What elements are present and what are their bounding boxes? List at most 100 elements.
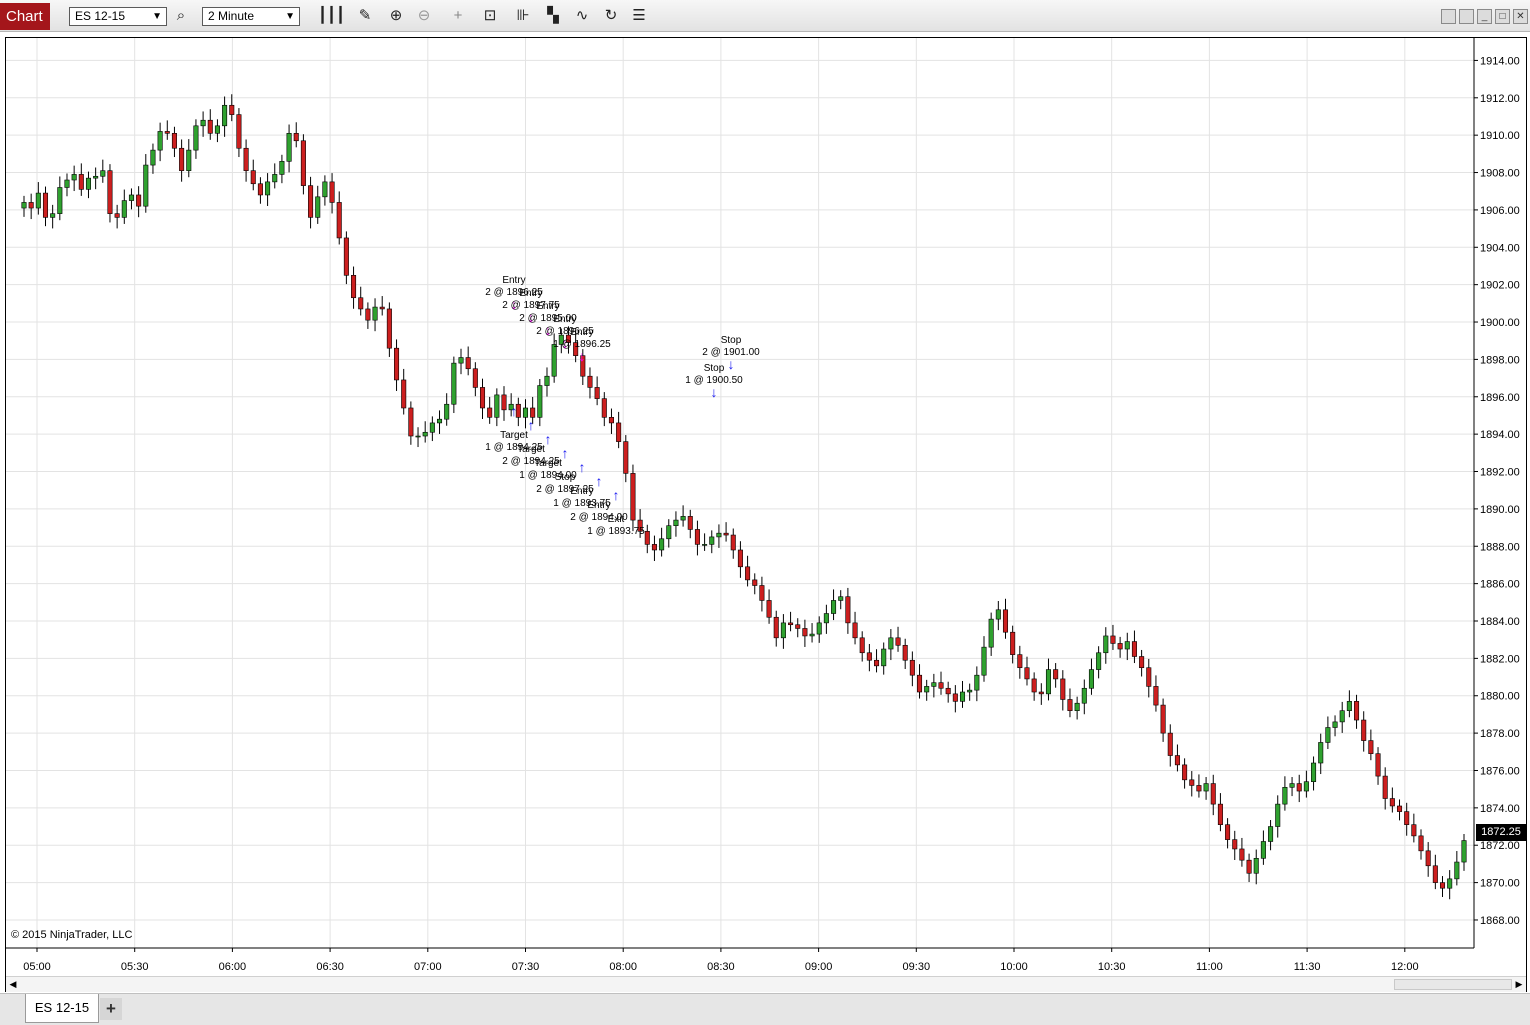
candle-body [229,104,235,115]
scroll-left-icon[interactable]: ◀ [6,977,20,992]
candle-body [1045,669,1051,695]
candle-body [1461,840,1467,863]
y-tick-label: 1906.00 [1480,205,1520,217]
list-icon[interactable]: ☰ [629,6,649,26]
candle-body [487,407,493,418]
candle-body [1160,704,1166,734]
candle-body [379,306,385,310]
crosshair-icon[interactable]: + [448,6,468,26]
candle-body [1260,841,1266,859]
candle-body [1203,783,1209,792]
candle-body [1002,609,1009,633]
candle-body [766,600,772,618]
candle-body [1124,641,1130,650]
candle-body [336,202,342,239]
candle-body [415,435,421,438]
y-tick-label: 1894.00 [1480,429,1520,441]
copyright-text: © 2015 NinjaTrader, LLC [11,929,133,941]
zoom-in-icon[interactable]: ⊕ [386,6,406,26]
interval-selector[interactable]: 2 Minute ▼ [202,7,300,26]
candle-body [50,213,56,218]
candle-body [28,202,34,209]
indicators-icon[interactable]: ∿ [572,6,592,26]
y-tick-label: 1902.00 [1480,280,1520,292]
properties-icon[interactable]: ⊪ [513,6,533,26]
candle-body [1196,785,1202,792]
candle-body [1088,669,1094,689]
cascade-icon[interactable] [1459,9,1474,24]
candle-body [286,132,292,162]
buy-arrow-icon: ↑ [613,487,620,503]
close-button[interactable]: ✕ [1513,9,1528,24]
candle-body [136,194,142,207]
candle-body [1103,635,1109,654]
reload-icon[interactable]: ↻ [601,6,621,26]
candle-body [1411,824,1417,837]
candle-body [881,648,887,667]
maximize-button[interactable]: □ [1495,9,1510,24]
candle-body [465,357,471,370]
candle-body [1096,652,1102,670]
candle-body [343,237,349,276]
buy-arrow-icon: ↑ [511,403,518,419]
candle-body [1361,719,1367,741]
instrument-value: ES 12-15 [75,9,126,23]
candle-body [401,379,407,409]
instrument-selector[interactable]: ES 12-15 ▼ [69,7,167,26]
candle-body [372,306,378,321]
search-icon[interactable]: ⌕ [171,6,191,26]
candle-body [1375,753,1381,777]
candle-body [1439,882,1446,889]
candle-body [64,179,70,188]
x-tick-label: 10:30 [1098,961,1126,973]
tile-icon[interactable] [1441,9,1456,24]
strategies-icon[interactable]: ▚ [543,6,563,26]
trade-label: Entry [587,500,610,511]
data-box-icon[interactable]: ⊡ [480,6,500,26]
candle-body [186,149,192,171]
candle-body [171,132,177,149]
trade-label: Stop [721,335,742,346]
candle-body [1318,742,1324,764]
candle-body [279,161,285,175]
sell-arrow-icon: ↓ [711,384,718,400]
add-tab-button[interactable]: + [100,998,122,1020]
drawing-tool-icon[interactable]: ✎ [355,6,375,26]
candle-body [78,174,84,190]
candle-body [752,579,758,586]
minimize-button[interactable]: _ [1477,9,1492,24]
candle-body [859,637,865,654]
buy-arrow-icon: ↑ [545,431,552,447]
candle-body [1368,740,1374,754]
candle-body [157,131,163,151]
scroll-right-icon[interactable]: ▶ [1512,977,1526,992]
y-tick-label: 1904.00 [1480,242,1520,254]
window-title: Chart [0,3,50,30]
buy-arrow-icon: ↑ [596,473,603,489]
candle-body [995,609,1001,620]
candle-body [121,200,127,218]
candle-body [780,622,786,639]
x-tick-label: 07:00 [414,961,442,973]
candle-body [1239,848,1245,861]
candle-body [1038,691,1044,695]
buy-arrow-icon: ↑ [562,445,569,461]
scroll-thumb[interactable] [1394,979,1512,990]
tab-es-12-15[interactable]: ES 12-15 [25,994,99,1023]
candle-body [1397,805,1403,812]
zoom-out-icon[interactable]: ⊖ [414,6,434,26]
price-chart[interactable]: 1914.00 1912.00 1910.00 1908.00 1906.00 1904.… [6,38,1528,993]
candle-body [651,544,657,551]
horizontal-scrollbar[interactable]: ◀ ▶ [6,976,1526,992]
bar-type-icon[interactable]: ┃┃┃ [318,6,345,26]
y-tick-label: 1900.00 [1480,317,1520,329]
candle-body [1146,667,1152,687]
y-tick-label: 1884.00 [1480,616,1520,628]
trade-label: Entry [519,288,542,299]
candle-body [644,531,650,545]
chart-panel[interactable]: 1914.00 1912.00 1910.00 1908.00 1906.00 1904.… [5,37,1527,992]
candle-body [909,659,915,676]
candle-body [1382,775,1388,799]
candle-body [959,691,966,702]
candle-body [501,394,507,411]
